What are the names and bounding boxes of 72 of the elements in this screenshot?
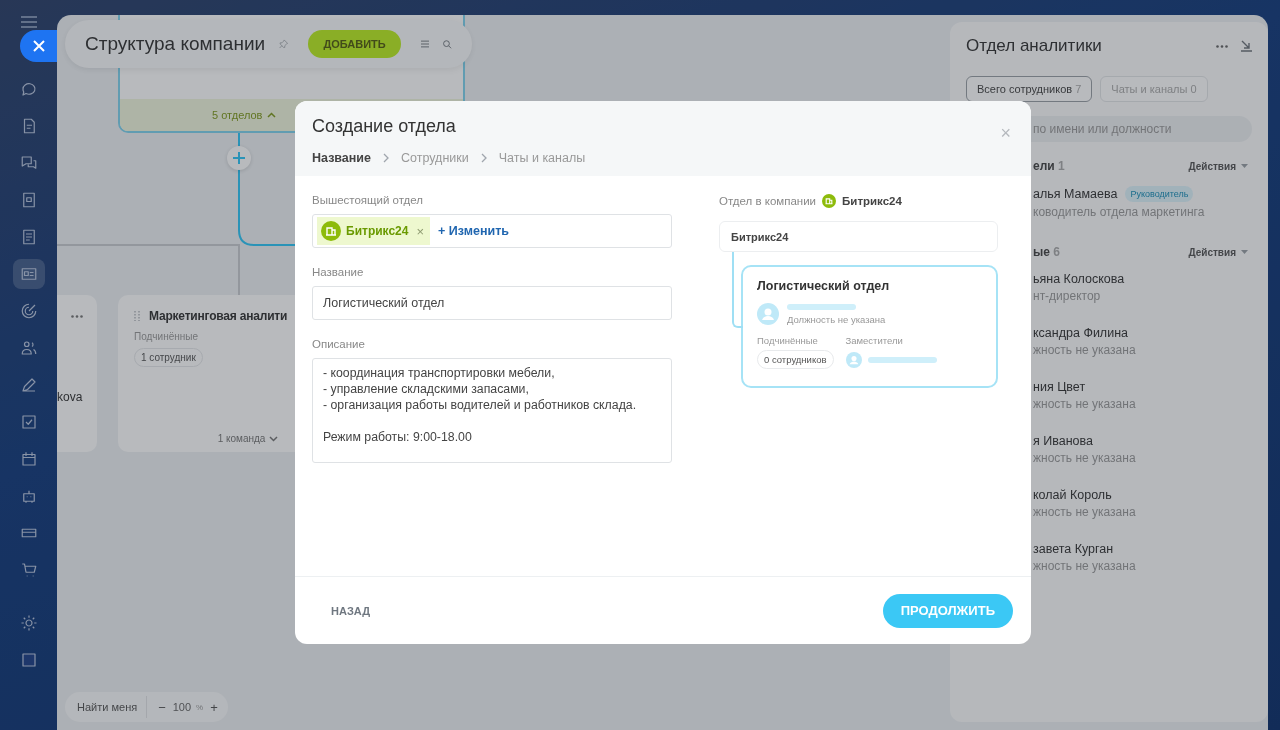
role-badge: Руководитель: [1125, 186, 1194, 202]
employee-position: жность не указана: [1033, 343, 1137, 357]
close-button[interactable]: [20, 30, 57, 62]
department-title: Логистический отдел: [757, 279, 890, 293]
building-icon: [321, 221, 341, 241]
menu-icon[interactable]: [420, 38, 430, 50]
deputies-label: Заместители: [845, 335, 904, 346]
company-name: Битрикс24: [842, 195, 902, 207]
page-title: Структура компании: [85, 33, 266, 55]
caret-icon: [1241, 250, 1248, 254]
chevron-icon: [383, 153, 389, 163]
subordinates-label: Подчинённые: [134, 331, 199, 342]
change-link[interactable]: + Изменить: [438, 224, 509, 238]
add-button[interactable]: [227, 146, 251, 170]
field-label: Название: [312, 266, 364, 278]
employee-position: жность не указана: [1033, 559, 1137, 573]
employee-name[interactable]: завета Курган: [1033, 542, 1114, 556]
add-button[interactable]: ДОБАВИТЬ: [308, 30, 401, 58]
building-icon: [822, 194, 837, 208]
subordinates-label: Подчинённые: [757, 335, 819, 346]
zoom-value: 100: [172, 701, 192, 713]
drag-handle-icon[interactable]: [134, 310, 140, 322]
back-button[interactable]: НАЗАД: [317, 598, 384, 623]
employee-position: жность не указана: [1033, 397, 1137, 411]
step-tab[interactable]: Чаты и каналы: [498, 151, 586, 165]
employee-position: жность не указана: [1033, 451, 1137, 465]
more-icon[interactable]: [1216, 44, 1228, 48]
employee-name[interactable]: ьяна Колоскова: [1033, 272, 1125, 286]
employee-position: нт-директор: [1033, 289, 1102, 303]
employee-name: kova: [57, 390, 83, 404]
parent-department-field[interactable]: Битрикс24 × + Изменить: [312, 214, 672, 248]
section-title: ели 1: [1033, 159, 1065, 173]
field-label: Описание: [312, 338, 365, 350]
avatar-icon: [845, 352, 862, 368]
chevron-icon: [480, 153, 487, 163]
caret-icon: [1241, 164, 1248, 168]
chevron-down-icon: [269, 435, 279, 442]
name-field[interactable]: Логистический отдел: [312, 286, 672, 320]
employee-position: жность не указана: [1033, 505, 1137, 519]
menu-icon[interactable]: [20, 16, 37, 28]
preview-label: Отдел в компании: [719, 195, 817, 207]
remove-button[interactable]: ×: [416, 223, 425, 239]
actions-dropdown[interactable]: Действия: [1188, 246, 1248, 258]
employee-name[interactable]: ксандра Филина: [1033, 326, 1128, 340]
name-placeholder-bar: [787, 303, 856, 310]
head-position: Должность не указана: [787, 313, 886, 325]
zoom-out-button[interactable]: −: [156, 699, 168, 715]
description-field[interactable]: - координация транспортировки мебели, - управление складскими запасами, - организация работы водителей и работников склада. Режим работы: 9:00-18.00: [312, 358, 672, 463]
employee-name[interactable]: алья Мамаева: [1033, 187, 1118, 201]
avatar-icon: [757, 303, 779, 325]
zoom-unit: %: [196, 702, 204, 712]
employee-name[interactable]: колай Король: [1033, 488, 1112, 502]
name-placeholder-bar: [867, 357, 937, 363]
panel-title: Отдел аналитики: [966, 36, 1103, 56]
department-name: Битрикс24: [346, 224, 409, 238]
section-title: ые 6: [1033, 245, 1060, 259]
plus-icon: [233, 152, 245, 164]
more-icon[interactable]: [71, 315, 83, 318]
department-title: Маркетинговая аналити: [149, 309, 288, 323]
close-icon: [32, 40, 45, 52]
step-tab[interactable]: Название: [312, 151, 371, 165]
zoom-in-button[interactable]: +: [208, 699, 220, 715]
actions-dropdown[interactable]: Действия: [1188, 160, 1248, 172]
chevron-up-icon: [267, 112, 277, 118]
company-card: Битрикс24: [719, 221, 998, 252]
step-tab[interactable]: Сотрудники: [401, 151, 469, 165]
employee-name[interactable]: я Иванова: [1033, 434, 1093, 448]
employee-name[interactable]: ния Цвет: [1033, 380, 1086, 394]
employee-position: ководитель отдела маркетинга: [1033, 205, 1206, 219]
field-label: Вышестоящий отдел: [312, 194, 424, 206]
find-me-button[interactable]: Найти меня: [77, 701, 138, 713]
collapse-icon[interactable]: [1240, 40, 1252, 52]
